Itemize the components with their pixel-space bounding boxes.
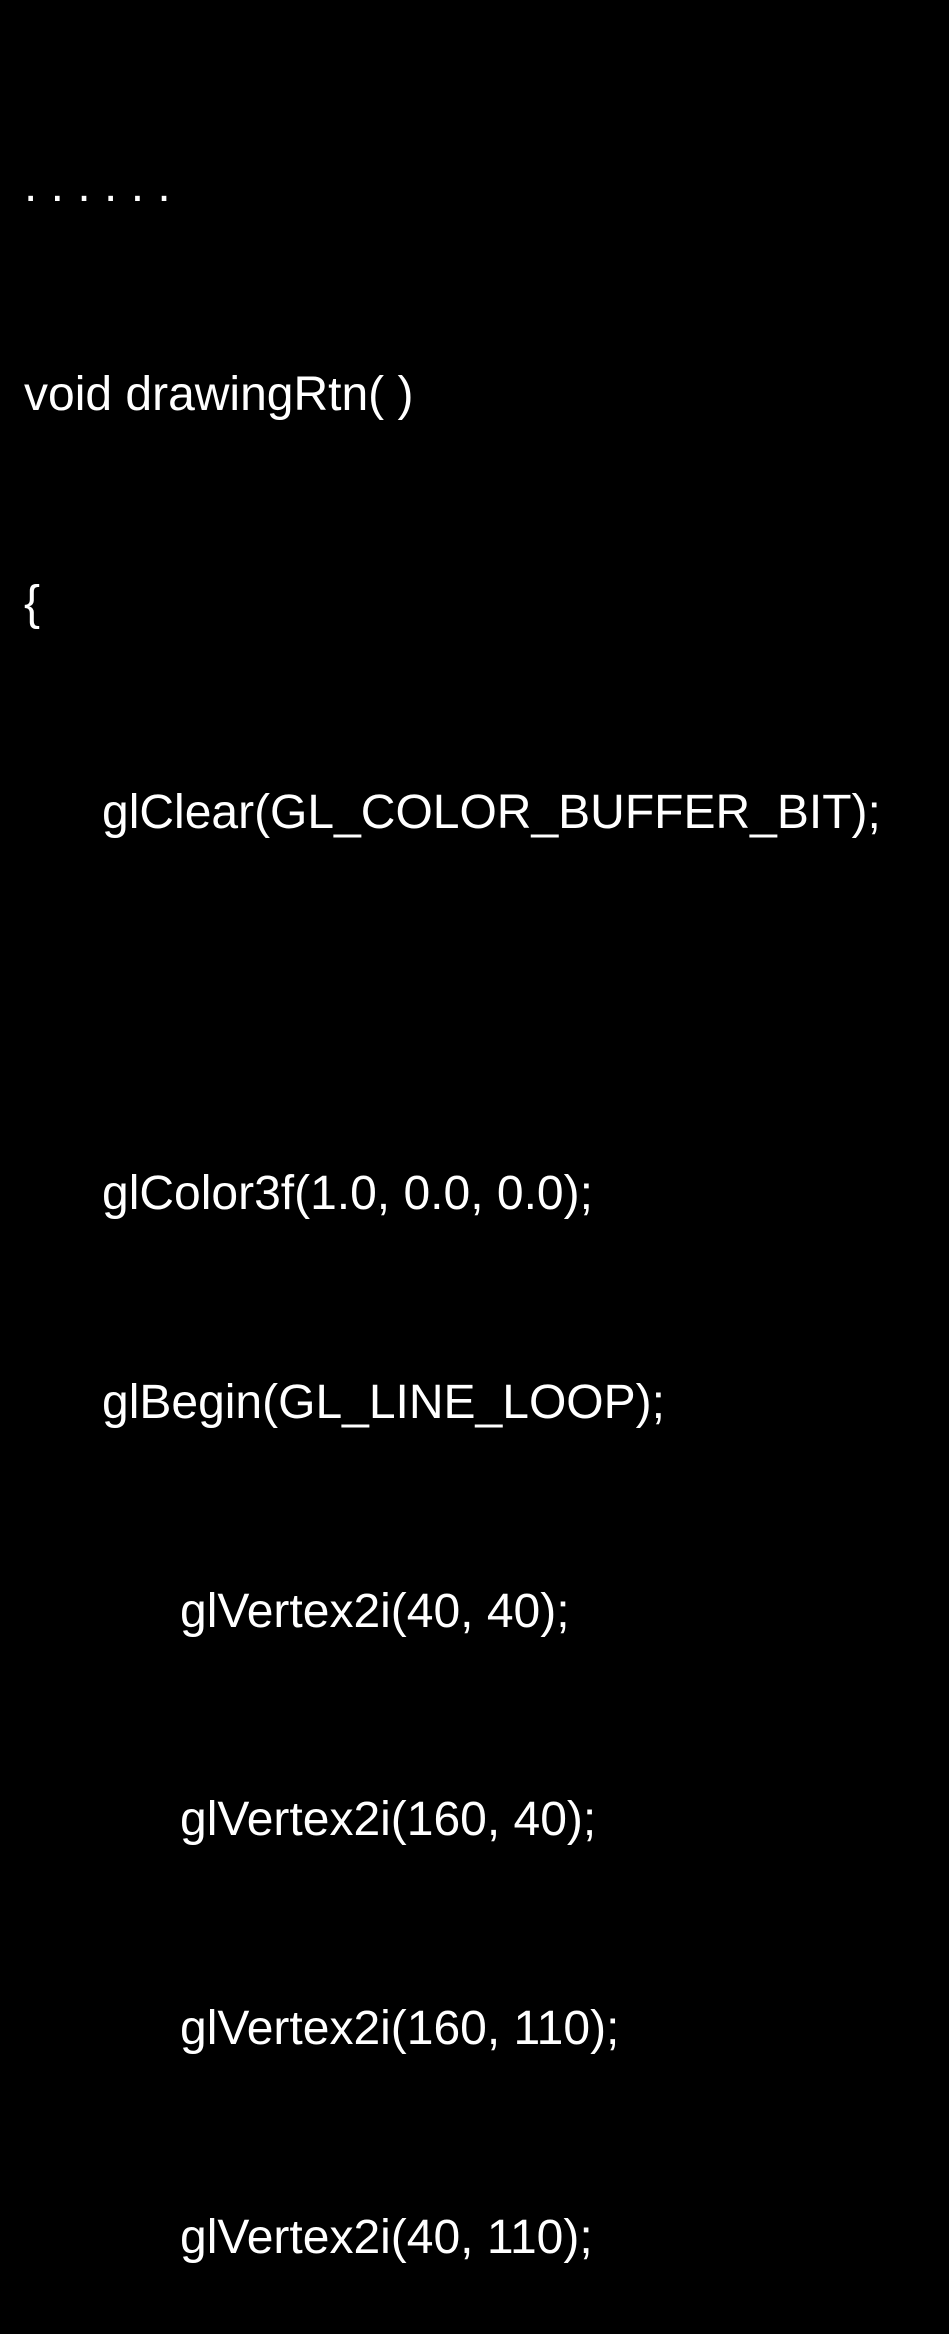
code-line-glvertex-2: glVertex2i(160, 40);	[24, 1785, 925, 1855]
code-line-glvertex-3: glVertex2i(160, 110);	[24, 1994, 925, 2064]
code-blank-line	[24, 986, 925, 1020]
code-line-glvertex-1: glVertex2i(40, 40);	[24, 1577, 925, 1647]
code-line-open-brace: {	[24, 569, 925, 639]
code-line-glbegin: glBegin(GL_LINE_LOOP);	[24, 1368, 925, 1438]
code-line-glclear: glClear(GL_COLOR_BUFFER_BIT);	[24, 778, 925, 848]
code-line-glvertex-4: glVertex2i(40, 110);	[24, 2203, 925, 2273]
code-block: . . . . . . void drawingRtn( ) { glClear…	[24, 12, 925, 2334]
code-line-glcolor: glColor3f(1.0, 0.0, 0.0);	[24, 1159, 925, 1229]
code-line-function-signature: void drawingRtn( )	[24, 360, 925, 430]
code-line-ellipsis-top: . . . . . .	[24, 151, 925, 221]
